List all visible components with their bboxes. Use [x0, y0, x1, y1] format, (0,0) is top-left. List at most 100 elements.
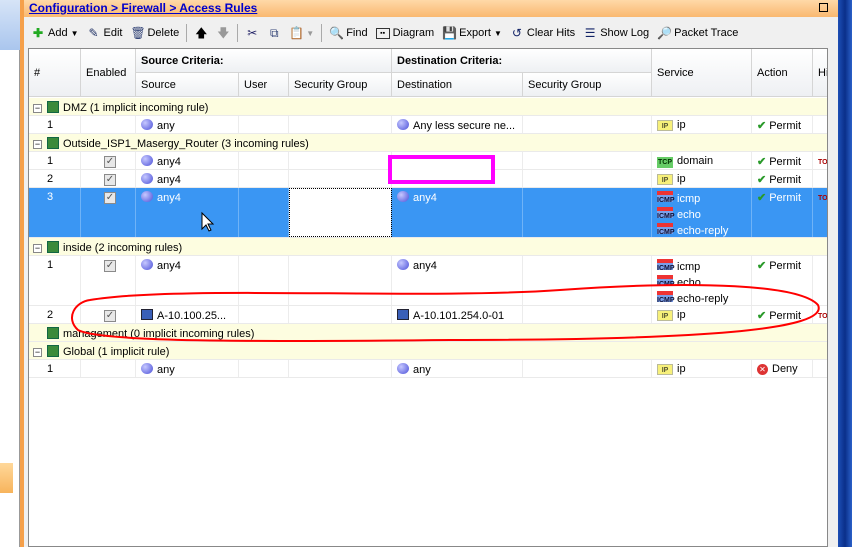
rule-row[interactable]: 2 ✓ A-10.100.25... A-10.101.254.0-01 IP ip ✔ Pe… [29, 306, 827, 324]
dst-security-group-cell[interactable] [523, 188, 652, 237]
destination-cell[interactable]: any [392, 360, 523, 377]
move-down-button[interactable]: 🡇 [213, 23, 233, 43]
destination-cell[interactable]: A-10.101.254.0-01 [392, 306, 523, 323]
col-destination[interactable]: Destination [392, 73, 523, 97]
service-cell[interactable]: IP ip [652, 306, 752, 323]
enabled-checkbox[interactable]: ✓ [104, 310, 116, 322]
enabled-cell[interactable]: ✓ [81, 306, 136, 323]
group-row[interactable]: − inside (2 incoming rules) [29, 238, 827, 256]
service-cell[interactable]: ICMP icmp ICMP echo ICMP echo-reply [652, 188, 752, 237]
find-button[interactable]: 🔍 Find [326, 23, 370, 43]
dst-security-group-cell[interactable] [523, 170, 652, 187]
service-cell[interactable]: TCP domain [652, 152, 752, 169]
move-up-button[interactable]: 🡅 [191, 23, 211, 43]
service-cell[interactable]: IP ip [652, 360, 752, 377]
packet-trace-button[interactable]: 🔎 Packet Trace [654, 23, 741, 43]
rule-row[interactable]: 1 ✓ any4 any4 ICMP icmp ICMP echo ICMP echo-reply… [29, 256, 827, 306]
destination-cell[interactable]: any4 [392, 188, 523, 237]
src-security-group-cell[interactable] [289, 116, 392, 133]
col-user[interactable]: User [239, 73, 289, 97]
col-dst-security-group[interactable]: Security Group [523, 73, 652, 97]
col-enabled[interactable]: Enabled [81, 49, 136, 97]
hits-cell[interactable] [813, 256, 827, 305]
user-cell[interactable] [239, 256, 289, 305]
col-hits[interactable]: Hits [813, 49, 827, 97]
action-cell[interactable]: ✔ Permit [752, 170, 813, 187]
collapse-icon[interactable]: − [33, 104, 42, 113]
enabled-cell[interactable] [81, 116, 136, 133]
enabled-cell[interactable]: ✓ [81, 188, 136, 237]
service-cell[interactable]: IP ip [652, 116, 752, 133]
source-cell[interactable]: any [136, 360, 239, 377]
dst-security-group-cell[interactable] [523, 152, 652, 169]
col-service[interactable]: Service [652, 49, 752, 97]
destination-cell[interactable]: any4 [392, 256, 523, 305]
cut-button[interactable]: ✂ [242, 23, 262, 43]
enabled-checkbox[interactable]: ✓ [104, 174, 116, 186]
breadcrumb[interactable]: Configuration > Firewall > Access Rules [29, 1, 257, 15]
action-cell[interactable]: ✔ Permit [752, 116, 813, 133]
hits-cell[interactable] [813, 360, 827, 377]
enabled-cell[interactable]: ✓ [81, 152, 136, 169]
rule-row[interactable]: 1 any any IP ip ✕ Deny [29, 360, 827, 378]
group-row[interactable]: − Global (1 implicit rule) [29, 342, 827, 360]
rule-row[interactable]: 1 any Any less secure ne... IP ip ✔ Permit [29, 116, 827, 134]
collapse-icon[interactable]: − [33, 140, 42, 149]
hits-cell[interactable] [813, 116, 827, 133]
dropdown-icon[interactable]: ▼ [306, 29, 314, 38]
group-row[interactable]: management (0 implicit incoming rules) [29, 324, 827, 342]
rule-row[interactable]: 1 ✓ any4 TCP domain ✔Permit TOP 10 [29, 152, 827, 170]
collapse-icon[interactable]: − [33, 348, 42, 357]
enabled-checkbox[interactable]: ✓ [104, 192, 116, 204]
col-action[interactable]: Action [752, 49, 813, 97]
src-security-group-cell[interactable] [289, 256, 392, 305]
dst-security-group-cell[interactable] [523, 116, 652, 133]
export-button[interactable]: 💾 Export ▼ [439, 23, 505, 43]
enabled-checkbox[interactable]: ✓ [104, 260, 116, 272]
col-source[interactable]: Source [136, 73, 239, 97]
delete-button[interactable]: 🗑 Delete [127, 23, 182, 43]
destination-cell[interactable] [392, 152, 523, 169]
collapse-icon[interactable]: − [33, 244, 42, 253]
source-cell[interactable]: any [136, 116, 239, 133]
diagram-button[interactable]: ▪▪ Diagram [373, 23, 438, 43]
user-cell[interactable] [239, 152, 289, 169]
dst-security-group-cell[interactable] [523, 256, 652, 305]
source-cell[interactable]: any4 [136, 256, 239, 305]
source-cell[interactable]: any4 [136, 170, 239, 187]
clear-hits-button[interactable]: ↺ Clear Hits [507, 23, 578, 43]
edit-button[interactable]: ✎ Edit [84, 23, 126, 43]
rule-row[interactable]: 2 ✓ any4 IP ip ✔ Permit [29, 170, 827, 188]
enabled-cell[interactable]: ✓ [81, 170, 136, 187]
action-cell[interactable]: ✔ Permit [752, 256, 813, 305]
src-security-group-cell[interactable] [289, 360, 392, 377]
dst-security-group-cell[interactable] [523, 360, 652, 377]
hits-cell[interactable] [813, 170, 827, 187]
user-cell[interactable] [239, 170, 289, 187]
src-security-group-cell[interactable] [289, 306, 392, 323]
src-security-group-cell[interactable] [289, 188, 392, 237]
dropdown-icon[interactable]: ▼ [71, 29, 79, 38]
service-cell[interactable]: IP ip [652, 170, 752, 187]
user-cell[interactable] [239, 116, 289, 133]
dst-security-group-cell[interactable] [523, 306, 652, 323]
copy-button[interactable]: ⧉ [264, 23, 284, 43]
paste-button[interactable]: 📋 ▼ [286, 23, 317, 43]
action-cell[interactable]: ✔ Permit [752, 188, 813, 237]
enabled-cell[interactable]: ✓ [81, 256, 136, 305]
group-row[interactable]: − Outside_ISP1_Masergy_Router (3 incoming… [29, 134, 827, 152]
action-cell[interactable]: ✔ Permit [752, 152, 813, 169]
source-cell[interactable]: any4 [136, 188, 239, 237]
source-cell[interactable]: any4 [136, 152, 239, 169]
destination-cell[interactable] [392, 170, 523, 187]
rule-row[interactable]: 3 ✓ any4 any4 ICMP icmp ICMP echo ICMP echo-reply… [29, 188, 827, 238]
group-row[interactable]: − DMZ (1 implicit incoming rule) [29, 98, 827, 116]
src-security-group-cell[interactable] [289, 152, 392, 169]
show-log-button[interactable]: ☰ Show Log [580, 23, 652, 43]
service-cell[interactable]: ICMP icmp ICMP echo ICMP echo-reply [652, 256, 752, 305]
enabled-checkbox[interactable]: ✓ [104, 156, 116, 168]
user-cell[interactable] [239, 188, 289, 237]
hits-cell[interactable]: TOP 10 [813, 152, 827, 169]
col-num[interactable]: # [29, 49, 81, 97]
dropdown-icon[interactable]: ▼ [494, 29, 502, 38]
